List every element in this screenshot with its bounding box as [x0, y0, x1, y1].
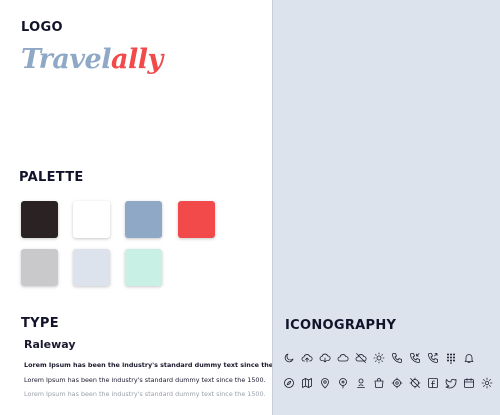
phone-incoming-icon [408, 351, 422, 365]
palette-swatch [125, 249, 162, 286]
target-icon [390, 376, 404, 390]
palette-swatch [21, 249, 58, 286]
moon-icon [282, 351, 296, 365]
calendar-icon [462, 376, 476, 390]
logo-part-ally: ally [110, 44, 163, 75]
font-name: Raleway [24, 338, 76, 351]
sun-icon [372, 351, 386, 365]
icon-row-2 [282, 376, 494, 390]
cloud-off-icon [354, 351, 368, 365]
type-sample-regular: Lorem Ipsum has been the industry's stan… [24, 376, 266, 384]
shopping-bag-icon [372, 376, 386, 390]
palette-swatch [73, 201, 110, 238]
brand-guide-panel: LOGO Travelally PALETTE TYPE Raleway Lor… [0, 0, 296, 415]
user-pin-icon [354, 376, 368, 390]
phone-icon [390, 351, 404, 365]
icon-row-1 [282, 351, 476, 365]
map-pin-alt-icon [336, 376, 350, 390]
type-sample-light: Lorem Ipsum has been the industry's stan… [24, 390, 266, 398]
twitter-icon [444, 376, 458, 390]
palette-section-title: PALETTE [19, 170, 84, 185]
facebook-icon [426, 376, 440, 390]
logo-section-title: LOGO [21, 20, 63, 35]
palette-swatch [178, 201, 215, 238]
phone-forwarded-icon [426, 351, 440, 365]
palette-swatch [125, 201, 162, 238]
compass-icon [282, 376, 296, 390]
iconography-section-title: ICONOGRAPHY [285, 318, 397, 333]
bell-icon [462, 351, 476, 365]
logo-part-travel: Travel [21, 44, 111, 75]
cloud-download-icon [318, 351, 332, 365]
palette-swatch [73, 249, 110, 286]
type-sample-bold: Lorem Ipsum has been the industry's stan… [24, 361, 296, 369]
dialpad-icon [444, 351, 458, 365]
map-pin-icon [318, 376, 332, 390]
palette-swatch [21, 201, 58, 238]
map-icon [300, 376, 314, 390]
cloud-upload-icon [300, 351, 314, 365]
settings-sun-icon [480, 376, 494, 390]
no-location-icon [408, 376, 422, 390]
cloud-icon [336, 351, 350, 365]
travelally-logo: Travelally [21, 44, 163, 75]
type-section-title: TYPE [21, 316, 59, 331]
